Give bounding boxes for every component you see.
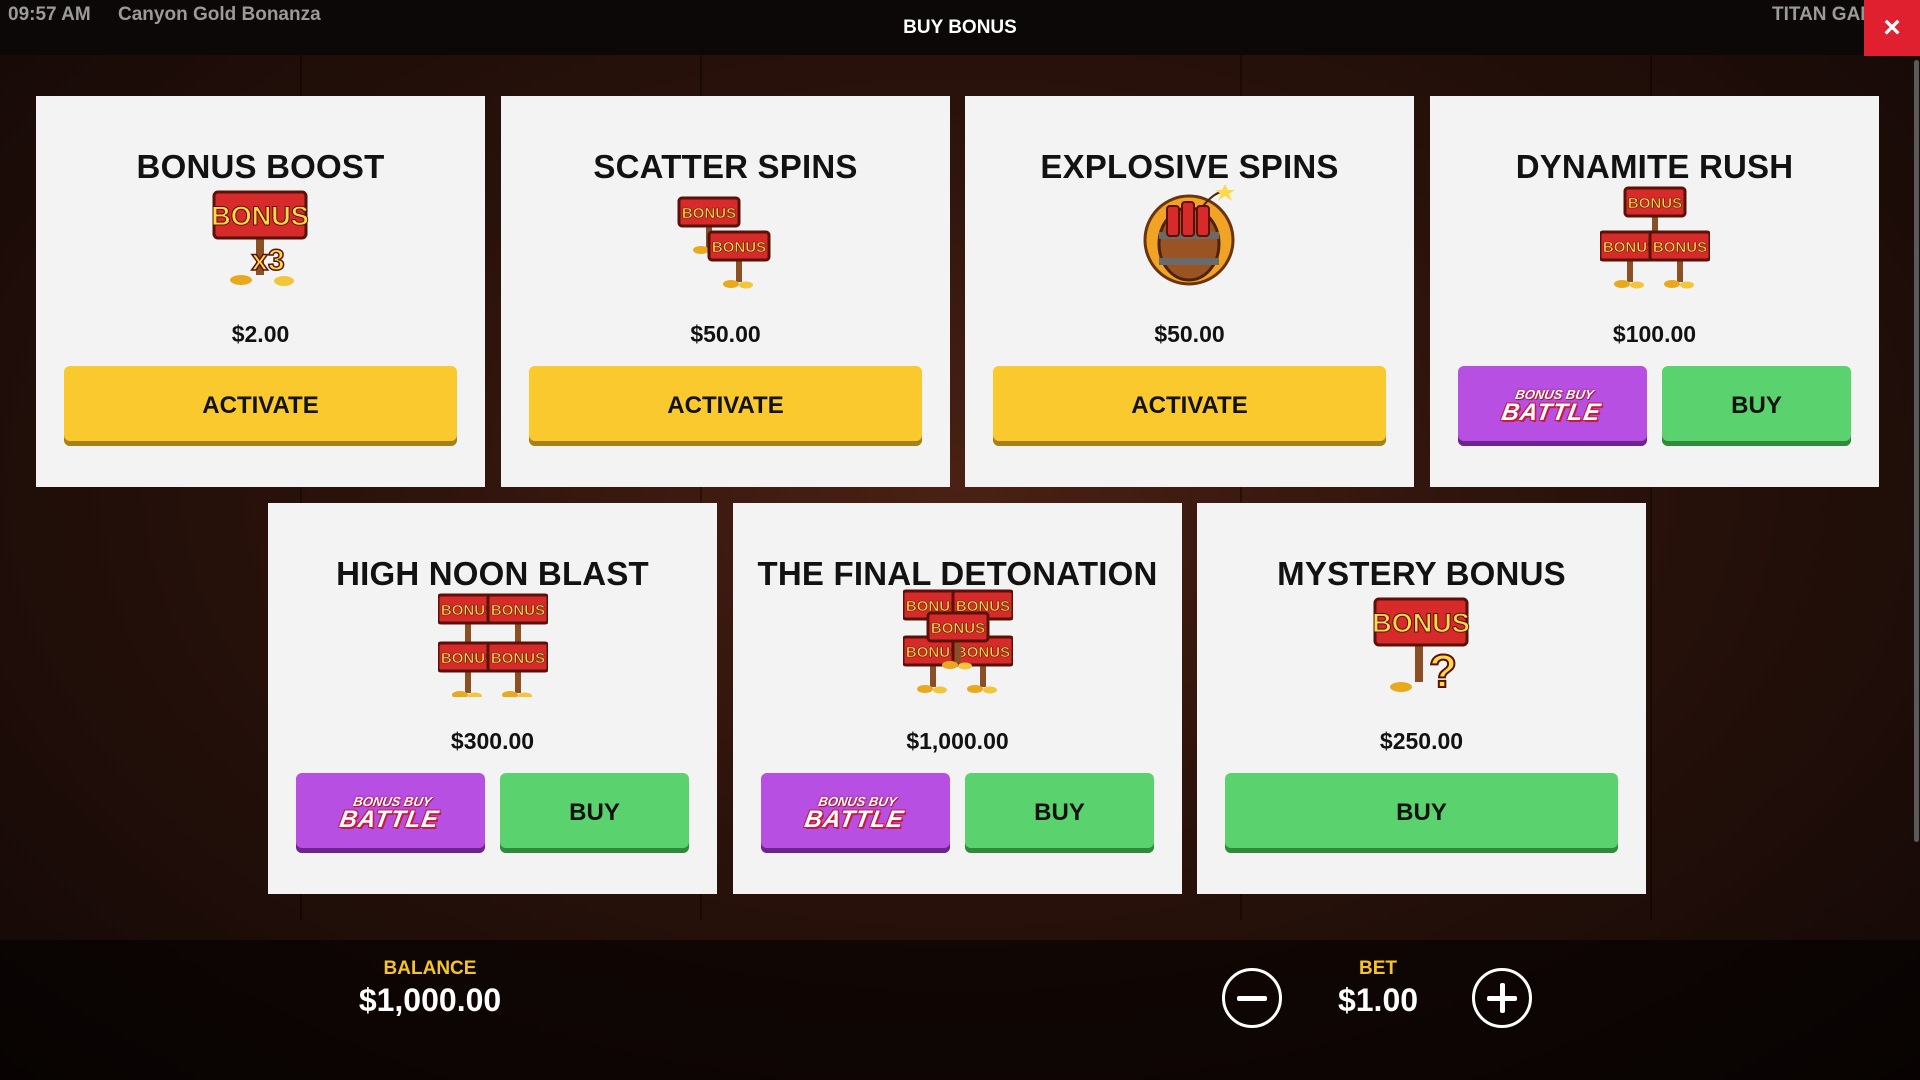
activate-button[interactable]: ACTIVATE [529,366,922,446]
close-icon: × [1883,11,1901,44]
activate-button[interactable]: ACTIVATE [64,366,457,446]
card-price: $2.00 [231,321,290,347]
modal-title: BUY BONUS [903,17,1017,38]
svg-text:BONUS: BONUS [211,201,309,231]
buy-button[interactable]: BUY [965,773,1154,853]
buy-button[interactable]: BUY [1225,773,1618,853]
four-bonus-signs-icon [437,593,548,697]
bet-value: $1.00 [1337,982,1419,1018]
brand-name: TITAN GAMING [1772,4,1864,25]
card-price: $100.00 [1612,321,1697,347]
card-price: $250.00 [1379,728,1464,754]
bonus-buy-battle-button[interactable]: BONUS BUY BATTLE [296,773,485,853]
card-price: $50.00 [690,321,761,347]
five-bonus-signs-icon [902,589,1013,695]
svg-text:x3: x3 [251,244,284,277]
balance-value: $1,000.00 [358,982,502,1018]
card-mystery-bonus: MYSTERY BONUS BONUS ? $250.00 BUY [1197,503,1646,894]
increase-bet-button[interactable] [1472,968,1532,1028]
close-button[interactable]: × [1864,0,1920,56]
bonus-buy-battle-logo: BONUS BUY BATTLE [337,793,442,833]
card-price: $300.00 [450,728,535,754]
card-price: $50.00 [1154,321,1225,347]
bonus-question-sign-icon: BONUS ? [1371,597,1470,697]
three-bonus-signs-icon [1599,186,1710,290]
card-bonus-boost: BONUS BOOST BONUS x3 $2.00 ACTIVATE [36,96,485,487]
activate-button[interactable]: ACTIVATE [993,366,1386,446]
card-the-final-detonation: THE FINAL DETONATION $1,000.00 BONUS BUY… [733,503,1182,894]
scrollbar[interactable] [1914,60,1919,842]
buy-button[interactable]: BUY [500,773,689,853]
top-bar: 09:57 AM Canyon Gold Bonanza BUY BONUS T… [0,0,1920,55]
minus-icon [1237,995,1267,1001]
buy-button[interactable]: BUY [1662,366,1851,446]
svg-text:BONUS: BONUS [1372,608,1470,638]
bonus-buy-battle-button[interactable]: BONUS BUY BATTLE [1458,366,1647,446]
card-explosive-spins: EXPLOSIVE SPINS $50.00 ACTIVATE [965,96,1414,487]
bet-label: BET [1359,958,1397,979]
balance-label: BALANCE [383,958,477,979]
dynamite-barrel-icon [1143,184,1235,286]
bonus-buy-battle-logo: BONUS BUY BATTLE [1499,386,1604,426]
bonus-buy-battle-logo: BONUS BUY BATTLE [802,793,907,833]
bonus-x3-sign-icon: BONUS x3 [210,190,309,286]
svg-text:?: ? [1428,645,1456,697]
decrease-bet-button[interactable] [1222,968,1282,1028]
two-bonus-signs-icon [677,196,770,290]
card-price: $1,000.00 [906,728,1009,754]
bottom-bar: BALANCE $1,000.00 BET $1.00 [0,940,1920,1080]
card-high-noon-blast: HIGH NOON BLAST $300.00 BONUS BUY BATTLE… [268,503,717,894]
card-dynamite-rush: DYNAMITE RUSH $100.00 BONUS BUY BATTLE B… [1430,96,1879,487]
bonus-buy-battle-button[interactable]: BONUS BUY BATTLE [761,773,950,853]
card-scatter-spins: SCATTER SPINS $50.00 ACTIVATE [501,96,950,487]
